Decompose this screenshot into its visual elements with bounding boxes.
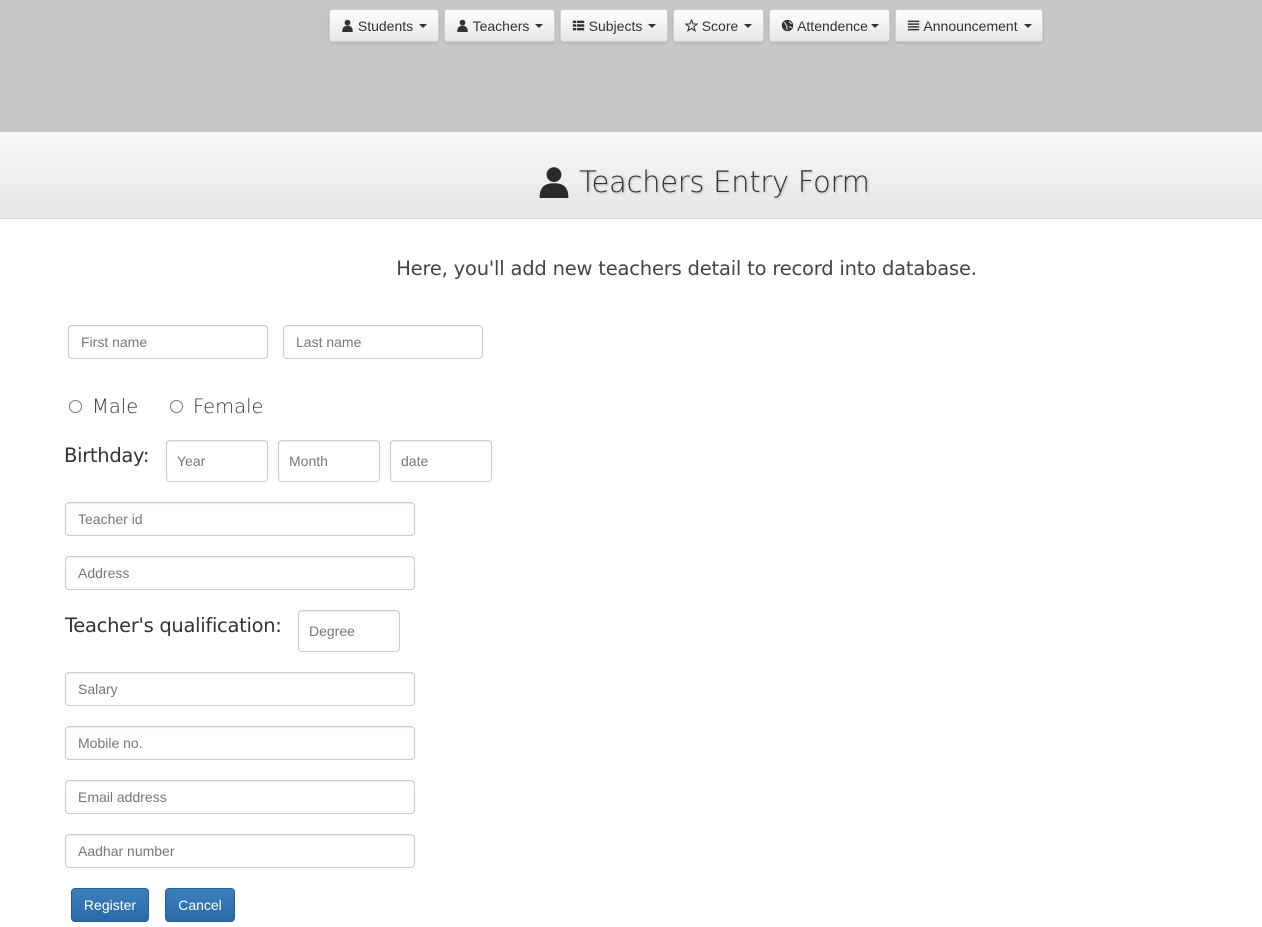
top-navigation-bar: Students Teachers Subjects Score Attende… — [0, 0, 1262, 132]
score-dropdown-button[interactable]: Score — [673, 9, 764, 42]
gender-male-option[interactable]: Male — [69, 393, 138, 419]
cancel-button[interactable]: Cancel — [165, 888, 235, 922]
gender-female-option[interactable]: Female — [170, 393, 264, 419]
page-title-text: Teachers Entry Form — [579, 165, 870, 199]
menu-lines-icon — [906, 19, 920, 33]
announcement-label: Announcement — [923, 17, 1018, 34]
degree-input[interactable] — [298, 610, 400, 652]
birth-month-input[interactable] — [278, 440, 380, 482]
teachers-dropdown-button[interactable]: Teachers — [444, 9, 555, 42]
birth-year-input[interactable] — [166, 440, 268, 482]
first-name-input[interactable] — [68, 325, 268, 359]
attendence-dropdown-button[interactable]: Attendence — [769, 9, 890, 42]
caret-down-icon — [535, 24, 544, 28]
register-button[interactable]: Register — [71, 888, 149, 922]
male-radio[interactable] — [69, 399, 82, 413]
male-label: Male — [92, 394, 139, 418]
qualification-label: Teacher's qualification: — [65, 614, 282, 637]
caret-down-icon — [1023, 24, 1032, 28]
teachers-label: Teachers — [472, 17, 530, 34]
page-title: Teachers Entry Form — [538, 161, 870, 203]
birthday-label: Birthday: — [64, 444, 150, 467]
caret-down-icon — [419, 24, 428, 28]
mobile-input[interactable] — [65, 726, 415, 760]
caret-down-icon — [870, 24, 879, 28]
email-input[interactable] — [65, 780, 415, 814]
last-name-input[interactable] — [283, 325, 483, 359]
aadhar-input[interactable] — [65, 834, 415, 868]
score-label: Score — [701, 17, 739, 34]
students-label: Students — [357, 17, 414, 34]
subjects-label: Subjects — [588, 17, 643, 34]
teacher-id-input[interactable] — [65, 502, 415, 536]
globe-icon — [780, 19, 794, 33]
user-icon — [538, 166, 570, 198]
user-icon — [341, 19, 355, 33]
page-subtitle: Here, you'll add new teachers detail to … — [396, 257, 977, 280]
students-dropdown-button[interactable]: Students — [329, 9, 439, 42]
female-label: Female — [193, 394, 264, 418]
user-icon — [456, 19, 470, 33]
salary-input[interactable] — [65, 672, 415, 706]
address-input[interactable] — [65, 556, 415, 590]
birth-date-input[interactable] — [390, 440, 492, 482]
caret-down-icon — [648, 24, 657, 28]
attendence-label: Attendence — [797, 17, 868, 34]
subjects-dropdown-button[interactable]: Subjects — [560, 9, 668, 42]
announcement-dropdown-button[interactable]: Announcement — [895, 9, 1043, 42]
list-icon — [572, 19, 586, 33]
star-icon — [685, 19, 699, 33]
caret-down-icon — [744, 24, 753, 28]
female-radio[interactable] — [170, 399, 183, 413]
